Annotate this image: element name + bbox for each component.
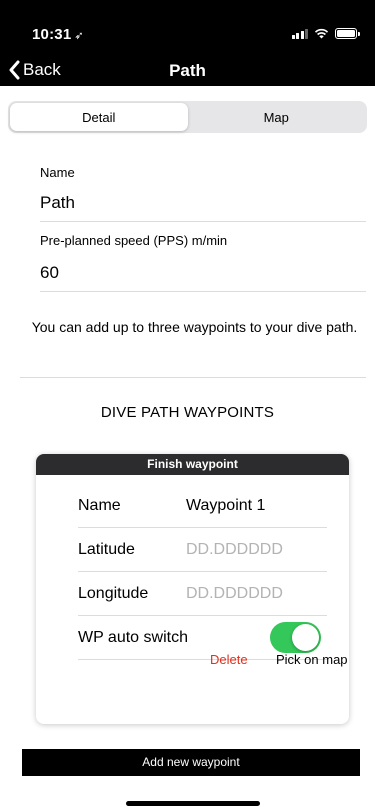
page-title: Path — [169, 61, 206, 80]
toggle-knob — [292, 624, 319, 651]
waypoint-card-header: Finish waypoint — [36, 454, 349, 475]
divider — [40, 221, 366, 222]
top-bar: 10:31 ➶ Back Path — [0, 0, 375, 86]
battery-icon — [335, 28, 360, 39]
add-waypoint-button[interactable]: Add new waypoint — [22, 749, 360, 776]
waypoint-name-row: Name Waypoint 1 — [78, 484, 327, 528]
name-label: Name — [40, 165, 75, 180]
longitude-field[interactable]: DD.DDDDDD — [186, 585, 283, 603]
waypoint-name-field[interactable]: Waypoint 1 — [186, 497, 265, 515]
info-text: You can add up to three waypoints to you… — [31, 319, 358, 335]
speed-field[interactable]: 60 — [40, 263, 59, 283]
latitude-label: Latitude — [78, 540, 135, 558]
waypoint-name-label: Name — [78, 496, 121, 514]
tab-detail[interactable]: Detail — [10, 103, 188, 131]
divider — [20, 377, 366, 378]
status-time-text: 10:31 — [32, 26, 72, 43]
wifi-icon — [314, 28, 329, 39]
longitude-row: Longitude DD.DDDDDD — [78, 572, 327, 616]
screen: 10:31 ➶ Back Path Detail Map Name Path Pr… — [0, 0, 375, 812]
tab-map[interactable]: Map — [188, 103, 366, 131]
home-indicator — [126, 801, 260, 806]
status-time: 10:31 ➶ — [32, 26, 84, 43]
latitude-row: Latitude DD.DDDDDD — [78, 528, 327, 572]
auto-switch-label: WP auto switch — [78, 628, 188, 646]
pick-on-map-button[interactable]: Pick on map — [276, 652, 348, 667]
divider — [40, 291, 366, 292]
latitude-field[interactable]: DD.DDDDDD — [186, 541, 283, 559]
signal-icon — [291, 28, 308, 39]
name-field[interactable]: Path — [40, 193, 75, 213]
delete-button[interactable]: Delete — [210, 652, 248, 667]
section-title: DIVE PATH WAYPOINTS — [100, 404, 275, 421]
speed-label: Pre-planned speed (PPS) m/min — [40, 233, 228, 248]
longitude-label: Longitude — [78, 584, 149, 602]
segmented-control: Detail Map — [8, 101, 367, 133]
auto-switch-toggle[interactable] — [270, 622, 321, 653]
status-icons — [291, 28, 360, 39]
location-arrow-icon: ➶ — [74, 30, 84, 42]
waypoint-card: Finish waypoint Name Waypoint 1 Latitude… — [36, 454, 349, 724]
